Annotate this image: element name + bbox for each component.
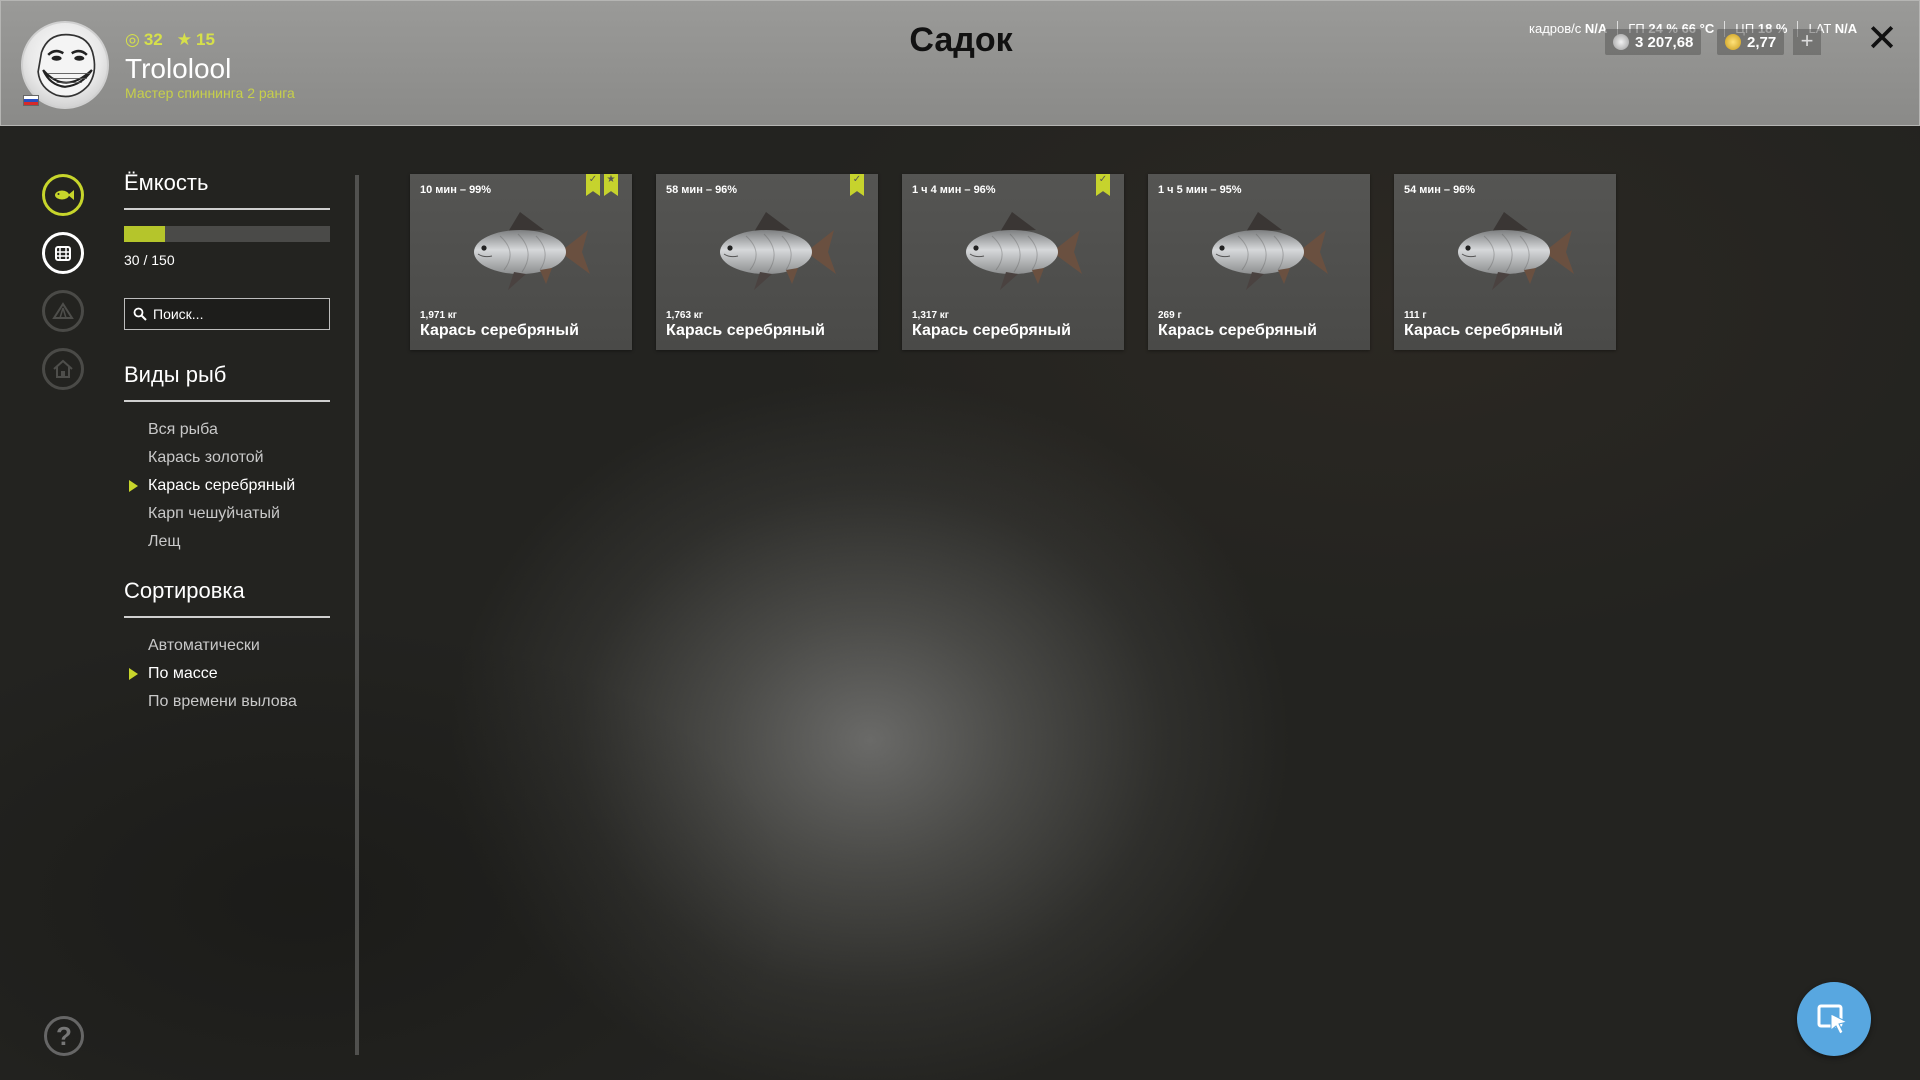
card-bookmarks: ✓ ★ [586,174,618,196]
sort-option[interactable]: По массе [124,660,330,688]
card-bookmarks: ✓ [850,174,864,196]
tent-icon[interactable] [42,290,84,332]
sort-option[interactable]: Автоматически [124,632,330,660]
fish-card[interactable]: 1 ч 5 мин – 95% 269 г Карась серебряный [1148,174,1370,350]
favorite-star-bookmark-icon[interactable]: ★ [604,174,618,196]
catch-time-quality: 54 мин – 96% [1404,184,1476,196]
card-bookmarks: ✓ [1096,174,1110,196]
keepnet-fish-icon[interactable] [42,174,84,216]
keepnet-basket-icon[interactable] [42,232,84,274]
sort-title: Сортировка [124,578,330,618]
catch-time-quality: 1 ч 4 мин – 96% [912,184,996,196]
gold-coin-icon [1725,34,1741,50]
search-box[interactable] [124,298,330,330]
check-bookmark-icon[interactable]: ✓ [1096,174,1110,196]
house-icon[interactable] [42,348,84,390]
silver-carp-fish-image [1212,212,1328,290]
panel-divider [355,175,359,1055]
silver-carp-fish-image [1458,212,1574,290]
species-title: Виды рыб [124,362,330,402]
fish-name: Карась серебряный [1158,322,1317,339]
fish-weight: 1,971 кг [420,310,457,321]
gold-balance: 2,77 [1717,29,1785,55]
capacity-progress-fill [124,226,166,242]
check-bookmark-icon[interactable]: ✓ [586,174,600,196]
close-button[interactable]: ✕ [1865,20,1899,58]
fish-name: Карась серебряный [912,322,1071,339]
capacity-title: Ёмкость [124,170,330,210]
species-item[interactable]: Вся рыба [124,416,330,444]
species-item[interactable]: Карась золотой [124,444,330,472]
fish-card[interactable]: 1 ч 4 мин – 96% ✓ 1,317 кг Карась серебр… [902,174,1124,350]
silver-carp-fish-image [966,212,1082,290]
species-item[interactable]: Карп чешуйчатый [124,500,330,528]
species-item[interactable]: Карась серебряный [124,472,330,500]
fish-weight: 269 г [1158,310,1182,321]
fish-name: Карась серебряный [1404,322,1563,339]
fish-card-grid: 10 мин – 99% ✓ ★ 1,971 кг Карась серебрян… [410,174,1616,350]
catch-time-quality: 1 ч 5 мин – 95% [1158,184,1242,196]
silver-coin-icon [1613,34,1629,50]
search-icon [133,307,147,321]
top-bar: ◎ 32 ★ 15 Trololool Мастер спиннинга 2 ран… [0,0,1920,126]
pointer-mode-button[interactable] [1797,982,1871,1056]
sort-list: Автоматически По массе По времени вылова [124,632,330,716]
search-input[interactable] [153,306,323,322]
species-item[interactable]: Лещ [124,528,330,556]
filter-panel: Ёмкость 30 / 150 Виды рыб Вся рыба Карас… [124,170,330,716]
fish-card[interactable]: 10 мин – 99% ✓ ★ 1,971 кг Карась серебрян… [410,174,632,350]
fish-card[interactable]: 58 мин – 96% ✓ 1,763 кг Карась серебряны… [656,174,878,350]
country-flag-icon [23,95,39,106]
fish-card[interactable]: 54 мин – 96% 111 г Карась серебряный [1394,174,1616,350]
check-bookmark-icon[interactable]: ✓ [850,174,864,196]
silver-carp-fish-image [474,212,590,290]
capacity-text: 30 / 150 [124,252,175,268]
fish-weight: 1,317 кг [912,310,949,321]
catch-time-quality: 10 мин – 99% [420,184,492,196]
fish-weight: 1,763 кг [666,310,703,321]
fish-weight: 111 г [1404,310,1427,321]
sort-option[interactable]: По времени вылова [124,688,330,716]
fish-name: Карась серебряный [666,322,825,339]
species-list: Вся рыба Карась золотой Карась серебряны… [124,416,330,556]
capacity-progress-bar [124,226,330,242]
silver-balance: 3 207,68 [1605,29,1702,55]
fish-name: Карась серебряный [420,322,579,339]
buy-currency-button[interactable]: + [1793,29,1821,55]
catch-time-quality: 58 мин – 96% [666,184,738,196]
cursor-select-icon [1817,1004,1849,1035]
silver-carp-fish-image [720,212,836,290]
help-button[interactable]: ? [44,1016,84,1056]
player-rank: Мастер спиннинга 2 ранга [125,85,295,101]
